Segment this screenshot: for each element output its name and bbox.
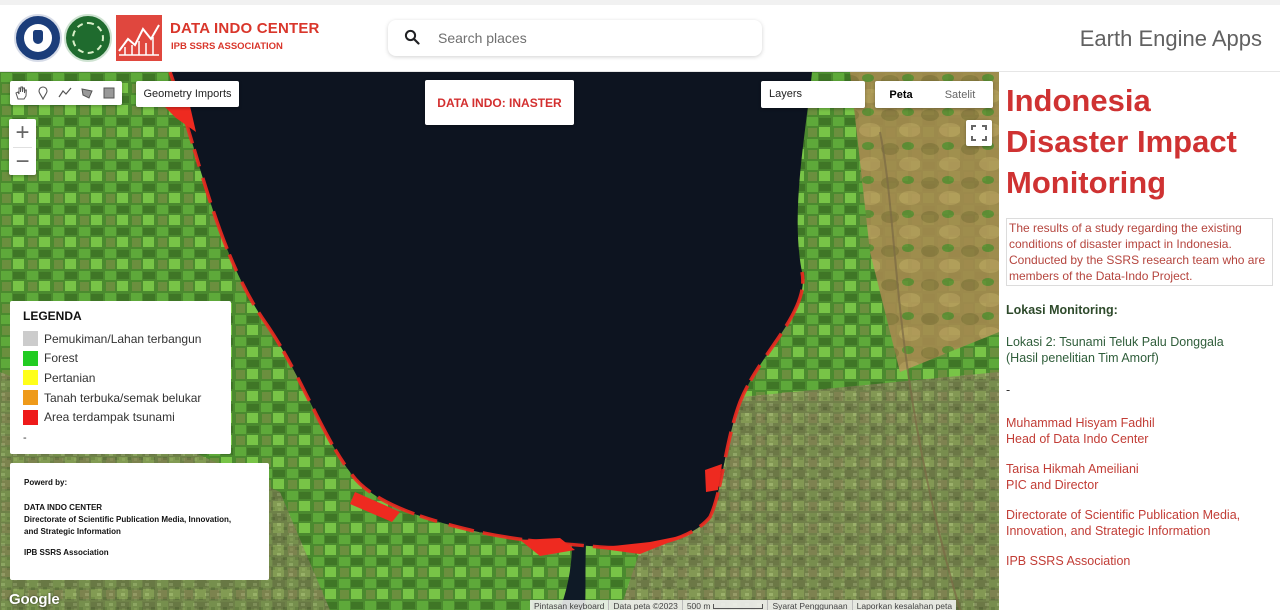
org-line-2: and Strategic Information (24, 527, 121, 536)
powered-by-panel: Powerd by: DATA INDO CENTER Directorate … (10, 463, 269, 580)
map-title-label: DATA INDO: INASTER (425, 80, 574, 125)
map-type-peta[interactable]: Peta (875, 81, 927, 108)
contact-role: PIC and Director (1006, 478, 1099, 492)
point-icon[interactable] (32, 81, 54, 105)
hand-icon[interactable] (10, 81, 32, 105)
brand-title: DATA INDO CENTER (170, 20, 320, 37)
legend-label: Forest (44, 351, 79, 366)
map-type-toggle: Peta Satelit (875, 81, 993, 108)
earth-engine-apps-title: Earth Engine Apps (1079, 26, 1262, 51)
contact-entry: IPB SSRS Association (1006, 553, 1274, 569)
org-name: DATA INDO CENTER (24, 503, 103, 512)
scale-label: 500 m (686, 601, 711, 610)
fullscreen-icon (971, 125, 987, 141)
location-info: Lokasi 2: Tsunami Teluk Palu Donggala (H… (1006, 334, 1274, 366)
legend-item: Area terdampak tsunami (23, 407, 231, 427)
legend-item: Pemukiman/Lahan terbangun (23, 329, 231, 349)
legend-label: Pertanian (44, 370, 96, 385)
legend-label: Pemukiman/Lahan terbangun (44, 331, 202, 346)
search-icon (404, 29, 420, 45)
contact-entry: Tarisa Hikmah Ameiliani PIC and Director (1006, 461, 1274, 493)
legend-item: Tanah terbuka/semak belukar (23, 388, 231, 408)
legend-title: LEGENDA (23, 309, 82, 323)
scale-indicator[interactable]: 500 m (683, 600, 769, 610)
rectangle-icon[interactable] (98, 81, 120, 105)
org-line-1: Directorate of Scientific Publication Me… (24, 515, 232, 524)
legend-panel: LEGENDA Pemukiman/Lahan terbangun Forest… (10, 301, 231, 454)
location-line-2: (Hasil penelitian Tim Amorf) (1006, 351, 1159, 365)
legend-item: Pertanian (23, 368, 231, 388)
powered-by-association: IPB SSRS Association (24, 548, 109, 557)
ssrs-logo (64, 14, 112, 62)
legend-label: Area terdampak tsunami (44, 410, 175, 425)
browser-strip (0, 0, 1280, 5)
contact-role: Head of Data Indo Center (1006, 432, 1149, 446)
keyboard-shortcuts-link[interactable]: Pintasan keyboard (530, 600, 610, 610)
info-panel: Indonesia Disaster Impact Monitoring The… (999, 72, 1280, 610)
legend-footer: - (23, 431, 27, 444)
panel-description: The results of a study regarding the exi… (1006, 218, 1273, 286)
polygon-icon[interactable] (76, 81, 98, 105)
map-view[interactable]: Geometry Imports + − DATA INDO: INASTER … (0, 72, 999, 610)
ipb-logo (14, 14, 62, 62)
panel-title-line-1: Indonesia (1006, 83, 1151, 118)
legend-swatch (23, 390, 38, 406)
report-error-link[interactable]: Laporkan kesalahan peta (853, 600, 956, 610)
zoom-in-button[interactable]: + (9, 119, 36, 147)
contact-name: IPB SSRS Association (1006, 554, 1131, 568)
legend-item: Forest (23, 349, 231, 369)
contact-role: Innovation, and Strategic Information (1006, 524, 1211, 538)
search-input[interactable] (438, 26, 738, 50)
contact-name: Directorate of Scientific Publication Me… (1006, 508, 1241, 522)
brand-subtitle: IPB SSRS ASSOCIATION (171, 41, 283, 52)
powered-by-heading: Powerd by: (24, 478, 68, 487)
legend-swatch (23, 331, 38, 347)
scale-bar (713, 604, 764, 610)
terms-link[interactable]: Syarat Penggunaan (768, 600, 853, 610)
contact-name: Muhammad Hisyam Fadhil (1006, 416, 1155, 430)
contact-name: Tarisa Hikmah Ameiliani (1006, 462, 1139, 476)
location-heading: Lokasi Monitoring: (1006, 303, 1118, 317)
drawing-tools (10, 81, 122, 105)
legend-label: Tanah terbuka/semak belukar (44, 390, 202, 405)
contact-entry: Muhammad Hisyam Fadhil Head of Data Indo… (1006, 415, 1274, 447)
line-icon[interactable] (54, 81, 76, 105)
panel-title: Indonesia Disaster Impact Monitoring (1006, 80, 1274, 203)
legend-swatch (23, 350, 38, 366)
panel-separator: - (1006, 383, 1011, 397)
data-indo-center-logo (116, 15, 162, 61)
legend-swatch (23, 370, 38, 386)
contact-entry: Directorate of Scientific Publication Me… (1006, 507, 1274, 539)
app-header: DATA INDO CENTER IPB SSRS ASSOCIATION Ea… (0, 0, 1280, 72)
legend-swatch (23, 409, 38, 425)
panel-title-line-3: Monitoring (1006, 165, 1167, 200)
search-box[interactable] (388, 20, 762, 56)
zoom-controls: + − (9, 119, 36, 175)
google-logo: Google (9, 591, 60, 608)
zoom-out-button[interactable]: − (9, 148, 36, 176)
fullscreen-button[interactable] (966, 120, 992, 146)
powered-by-org: DATA INDO CENTER Directorate of Scientif… (24, 502, 255, 538)
map-type-satelit[interactable]: Satelit (927, 81, 993, 108)
geometry-imports-button[interactable]: Geometry Imports (136, 81, 239, 107)
map-data-label: Data peta ©2023 (609, 600, 683, 610)
location-line-1: Lokasi 2: Tsunami Teluk Palu Donggala (1006, 335, 1224, 349)
layers-dropdown[interactable]: Layers (761, 81, 865, 108)
map-attribution-bar: Pintasan keyboard Data peta ©2023 500 m … (530, 600, 957, 610)
panel-title-line-2: Disaster Impact (1006, 124, 1237, 159)
